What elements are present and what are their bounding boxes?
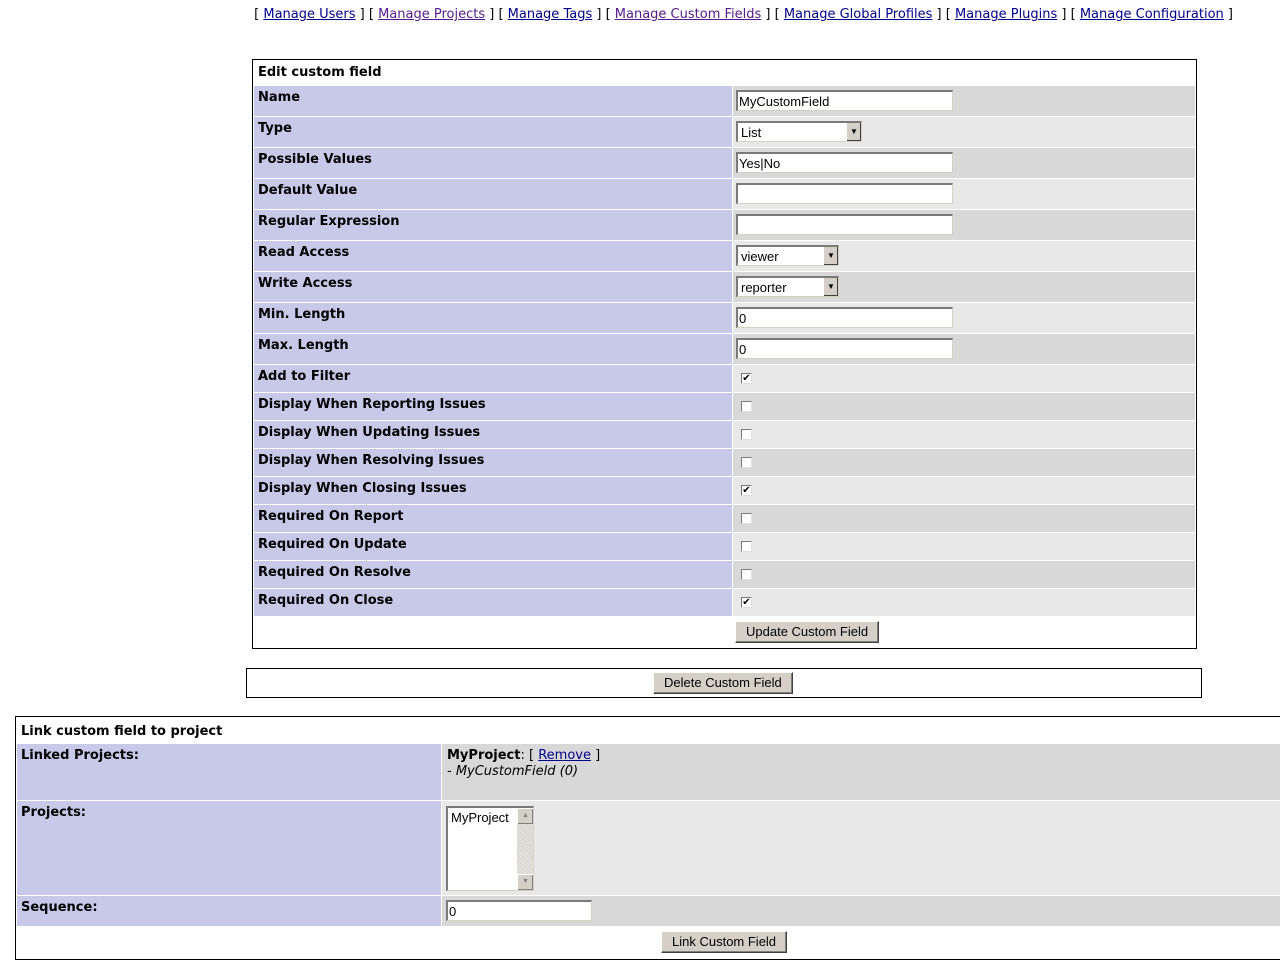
max-length-input[interactable]: 0 [736, 338, 953, 359]
scroll-up-icon[interactable]: ▲ [517, 808, 533, 824]
possible-values-input[interactable]: Yes|No [736, 152, 953, 173]
required-on-report-checkbox[interactable] [741, 513, 752, 524]
menu-link-manage-tags[interactable]: Manage Tags [508, 7, 593, 22]
display-when-closing-label: Display When Closing Issues [254, 477, 732, 504]
display-when-resolving-label: Display When Resolving Issues [254, 449, 732, 476]
dropdown-arrow-icon[interactable]: ▼ [823, 278, 838, 296]
linked-field-entry: - MyCustomField (0) [447, 764, 579, 779]
dropdown-arrow-icon[interactable]: ▼ [823, 247, 838, 265]
required-on-report-label: Required On Report [254, 505, 732, 532]
possible-values-label: Possible Values [254, 148, 732, 178]
row-display-when-resolving: Display When Resolving Issues [254, 449, 1195, 476]
menu-link-manage-global-profiles[interactable]: Manage Global Profiles [784, 7, 933, 22]
row-name: Name MyCustomField [254, 86, 1195, 116]
linked-project-name: MyProject [447, 748, 521, 763]
read-access-select[interactable]: viewer ▼ [736, 245, 839, 266]
type-label: Type [254, 117, 732, 147]
sequence-label: Sequence: [17, 896, 441, 926]
min-length-label: Min. Length [254, 303, 732, 333]
remove-link[interactable]: Remove [538, 748, 591, 763]
write-access-label: Write Access [254, 272, 732, 302]
menu-link-manage-plugins[interactable]: Manage Plugins [955, 7, 1057, 22]
name-input[interactable]: MyCustomField [736, 90, 953, 111]
add-to-filter-checkbox[interactable]: ✔ [741, 373, 752, 384]
menu-link-manage-custom-fields[interactable]: Manage Custom Fields [615, 7, 762, 22]
dropdown-arrow-icon[interactable]: ▼ [846, 123, 861, 141]
update-custom-field-button[interactable]: Update Custom Field [735, 621, 880, 643]
row-add-to-filter: Add to Filter ✔ [254, 365, 1195, 392]
linked-project-colon: : [520, 748, 525, 763]
display-when-reporting-label: Display When Reporting Issues [254, 393, 732, 420]
row-type: Type List ▼ [254, 117, 1195, 147]
link-form-title: Link custom field to project [21, 724, 223, 739]
link-custom-field-form: Link custom field to project Linked Proj… [15, 716, 1280, 960]
default-value-label: Default Value [254, 179, 732, 209]
row-display-when-updating: Display When Updating Issues [254, 421, 1195, 448]
type-select-value: List [741, 125, 762, 140]
edit-form-title: Edit custom field [258, 65, 382, 80]
projects-option[interactable]: MyProject [451, 810, 509, 825]
add-to-filter-label: Add to Filter [254, 365, 732, 392]
read-access-label: Read Access [254, 241, 732, 271]
listbox-scrollbar[interactable]: ▲ ▼ [517, 808, 533, 890]
row-required-on-report: Required On Report [254, 505, 1195, 532]
row-display-when-reporting: Display When Reporting Issues [254, 393, 1195, 420]
projects-listbox[interactable]: MyProject ▲ ▼ [446, 806, 534, 891]
type-select[interactable]: List ▼ [736, 121, 862, 142]
delete-custom-field-form: Delete Custom Field [246, 668, 1202, 698]
regular-expression-label: Regular Expression [254, 210, 732, 240]
row-projects: Projects: MyProject ▲ ▼ [17, 801, 1280, 895]
display-when-closing-checkbox[interactable]: ✔ [741, 485, 752, 496]
required-on-update-checkbox[interactable] [741, 541, 752, 552]
row-required-on-update: Required On Update [254, 533, 1195, 560]
row-required-on-resolve: Required On Resolve [254, 561, 1195, 588]
row-required-on-close: Required On Close ✔ [254, 589, 1195, 616]
menu-link-manage-users[interactable]: Manage Users [263, 7, 355, 22]
linked-projects-label: Linked Projects: [17, 744, 441, 800]
admin-menu: [ Manage Users ] [ Manage Projects ] [ M… [254, 7, 1233, 22]
required-on-resolve-label: Required On Resolve [254, 561, 732, 588]
row-linked-projects: Linked Projects: MyProject: [ Remove ] -… [17, 744, 1280, 800]
scroll-down-icon[interactable]: ▼ [517, 874, 533, 890]
edit-custom-field-form: Edit custom field Name MyCustomField Typ… [252, 59, 1197, 649]
max-length-label: Max. Length [254, 334, 732, 364]
write-access-value: reporter [741, 280, 787, 295]
row-write-access: Write Access reporter ▼ [254, 272, 1195, 302]
min-length-input[interactable]: 0 [736, 307, 953, 328]
linked-project-line: MyProject: [ Remove ] [447, 748, 601, 763]
row-sequence: Sequence: 0 [17, 896, 1280, 926]
display-when-updating-label: Display When Updating Issues [254, 421, 732, 448]
row-possible-values: Possible Values Yes|No [254, 148, 1195, 178]
row-max-length: Max. Length 0 [254, 334, 1195, 364]
display-when-updating-checkbox[interactable] [741, 429, 752, 440]
default-value-input[interactable] [736, 183, 953, 204]
row-default-value: Default Value [254, 179, 1195, 209]
read-access-value: viewer [741, 249, 779, 264]
row-read-access: Read Access viewer ▼ [254, 241, 1195, 271]
display-when-resolving-checkbox[interactable] [741, 457, 752, 468]
display-when-reporting-checkbox[interactable] [741, 401, 752, 412]
write-access-select[interactable]: reporter ▼ [736, 276, 839, 297]
row-display-when-closing: Display When Closing Issues ✔ [254, 477, 1195, 504]
required-on-update-label: Required On Update [254, 533, 732, 560]
link-custom-field-button[interactable]: Link Custom Field [661, 931, 788, 953]
delete-custom-field-button[interactable]: Delete Custom Field [653, 672, 793, 694]
required-on-close-label: Required On Close [254, 589, 732, 616]
required-on-close-checkbox[interactable]: ✔ [741, 597, 752, 608]
menu-link-manage-configuration[interactable]: Manage Configuration [1080, 7, 1224, 22]
required-on-resolve-checkbox[interactable] [741, 569, 752, 580]
regular-expression-input[interactable] [736, 214, 953, 235]
name-label: Name [254, 86, 732, 116]
menu-link-manage-projects[interactable]: Manage Projects [378, 7, 485, 22]
projects-label: Projects: [17, 801, 441, 895]
row-min-length: Min. Length 0 [254, 303, 1195, 333]
sequence-input[interactable]: 0 [446, 900, 592, 921]
row-regular-expression: Regular Expression [254, 210, 1195, 240]
